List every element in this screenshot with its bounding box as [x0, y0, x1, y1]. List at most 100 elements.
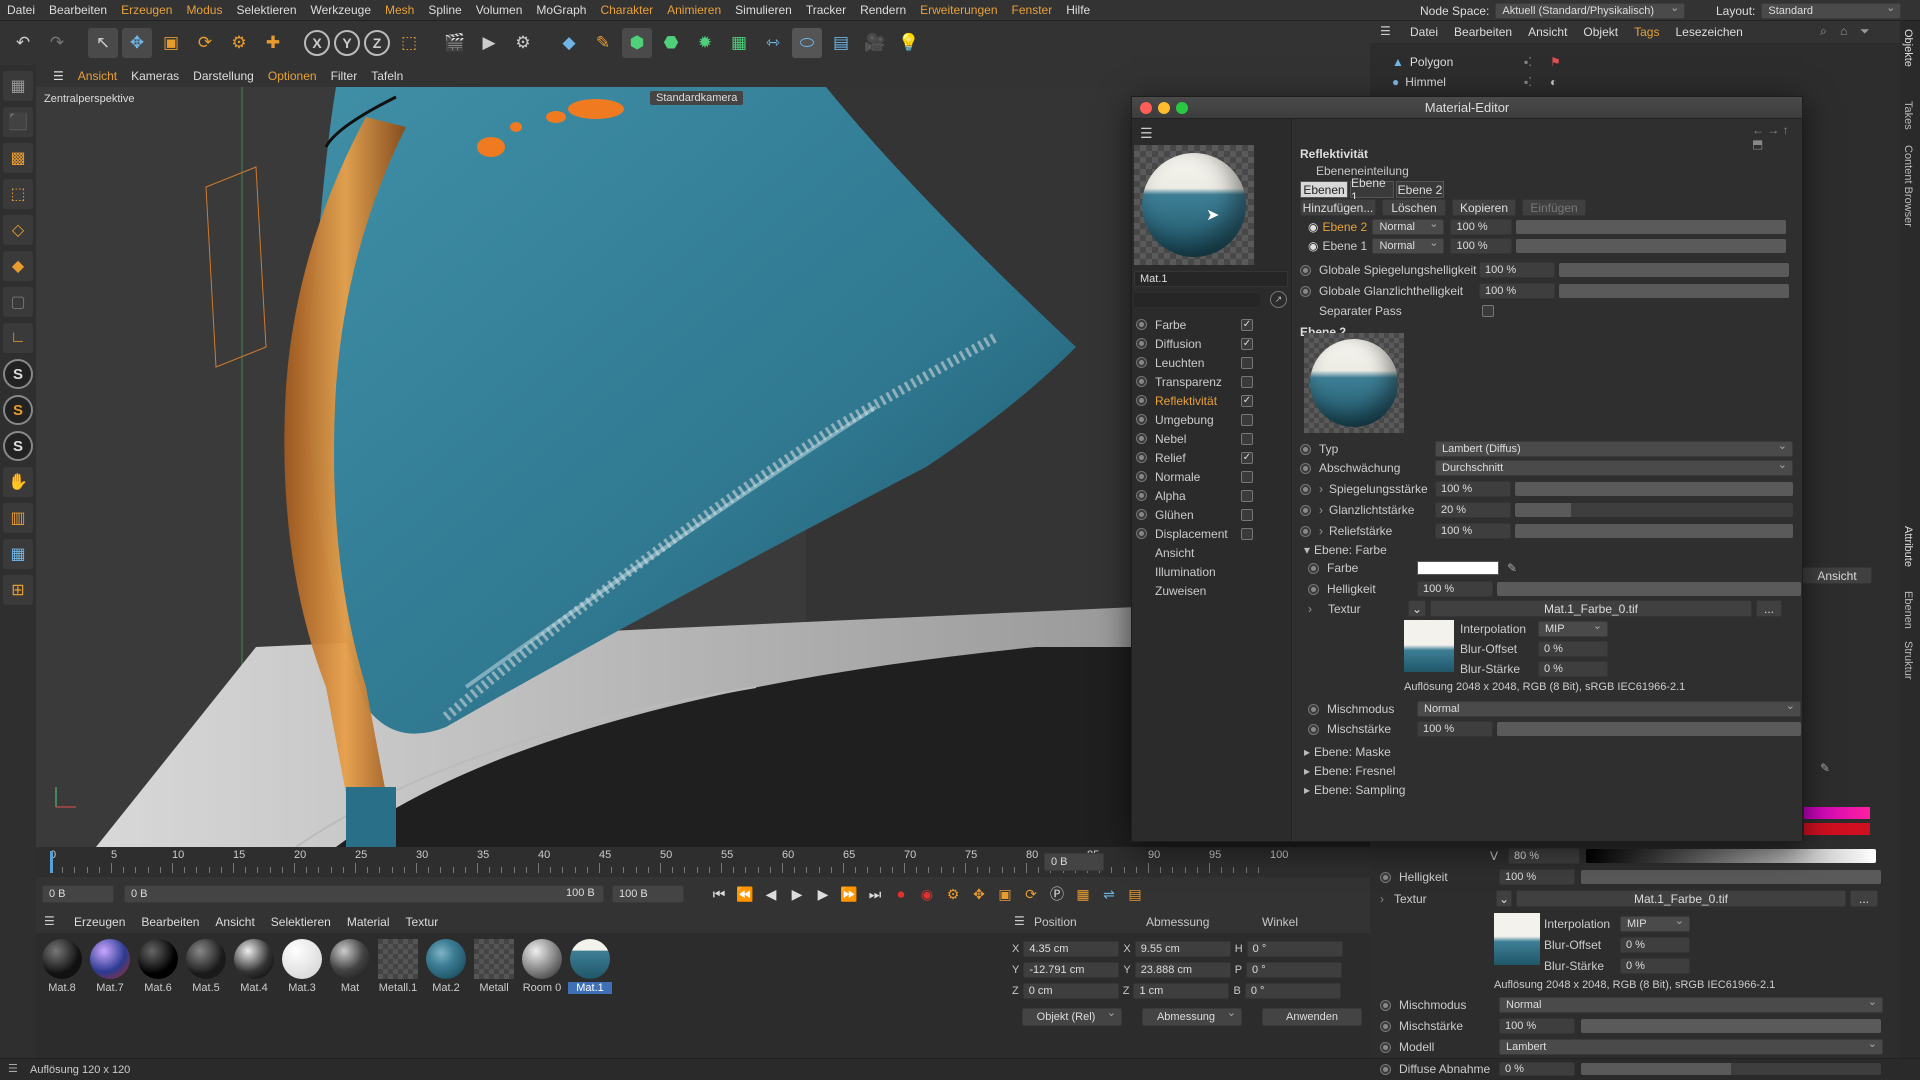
material-item[interactable]: Mat.4	[232, 939, 276, 994]
recent-tools-icon[interactable]: ⚙	[224, 28, 254, 58]
tag-icons[interactable]: ⚑	[1550, 55, 1561, 69]
channel-checkbox[interactable]	[1241, 413, 1253, 426]
expand-icon[interactable]: ›	[1308, 602, 1328, 616]
material-item[interactable]: Room 0	[520, 939, 564, 994]
mischstaerke-slider[interactable]	[1497, 722, 1801, 736]
node-space-dropdown[interactable]: Aktuell (Standard/Physikalisch)	[1495, 1, 1686, 19]
rotation-p-field[interactable]: 0 °	[1246, 962, 1343, 978]
size-z-field[interactable]: 1 cm	[1133, 983, 1230, 999]
helligkeit-slider[interactable]	[1497, 582, 1801, 596]
render-view-icon[interactable]: ▶	[474, 28, 504, 58]
sampling-section-header[interactable]: ▸ Ebene: Sampling	[1304, 783, 1405, 797]
channel-umgebung[interactable]: Umgebung	[1136, 410, 1286, 429]
size-mode-dropdown[interactable]: Abmessung	[1142, 1006, 1242, 1026]
object-row-polygon[interactable]: ▲ Polygon ▪⁚ ⚑	[1370, 52, 1900, 72]
textur-file-button[interactable]: Mat.1_Farbe_0.tif	[1430, 600, 1752, 617]
viewport-menu-ansicht[interactable]: Ansicht	[71, 69, 124, 83]
expand-icon[interactable]: ›	[1380, 892, 1394, 906]
camera-label[interactable]: Standardkamera	[650, 91, 744, 105]
material-item[interactable]: Mat.8	[40, 939, 84, 994]
anim-radio[interactable]	[1380, 871, 1391, 883]
menu-hilfe[interactable]: Hilfe	[1059, 3, 1097, 17]
locked-workplane-icon[interactable]: ⊞	[3, 575, 33, 605]
filter-icon[interactable]: ⏷	[1860, 24, 1870, 39]
layer-name[interactable]: Ebene 1	[1322, 239, 1372, 253]
interpolation-dropdown[interactable]: MIP	[1620, 914, 1690, 932]
delete-layer-button[interactable]: Löschen	[1382, 199, 1446, 216]
material-item-selected[interactable]: Mat.1	[568, 939, 612, 994]
menu-fenster[interactable]: Fenster	[1005, 3, 1060, 17]
prev-key-icon[interactable]: ⏪	[734, 883, 756, 905]
mat-menu-bearbeiten[interactable]: Bearbeiten	[133, 915, 207, 929]
edges-mode-icon[interactable]: ◇	[3, 215, 33, 245]
eyedropper-icon[interactable]: ✎	[1507, 561, 1517, 575]
attr-ansicht-button[interactable]: Ansicht	[1802, 567, 1872, 584]
viewport-menu-optionen[interactable]: Optionen	[261, 69, 324, 83]
texture-mode-icon[interactable]: ▩	[3, 143, 33, 173]
dope-sheet-icon[interactable]: ▤	[1124, 883, 1146, 905]
mischstaerke-field[interactable]: 100 %	[1499, 1018, 1575, 1034]
minimize-icon[interactable]	[1158, 102, 1170, 114]
play-icon[interactable]: ▶	[786, 883, 808, 905]
viewport-menu-filter[interactable]: Filter	[324, 69, 365, 83]
y-axis-lock-icon[interactable]: Y	[334, 30, 360, 56]
relief-field[interactable]: 100 %	[1435, 523, 1511, 539]
tweak-icon[interactable]: ✋	[3, 467, 33, 497]
channel-radio[interactable]	[1136, 376, 1147, 387]
close-icon[interactable]	[1140, 102, 1152, 114]
material-item[interactable]: Mat.5	[184, 939, 228, 994]
material-preview[interactable]	[1134, 145, 1254, 265]
zoom-icon[interactable]	[1176, 102, 1188, 114]
next-frame-icon[interactable]: ▶	[812, 883, 834, 905]
cube-icon[interactable]: ◆	[554, 28, 584, 58]
interpolation-dropdown[interactable]: MIP	[1538, 619, 1608, 637]
tab-ebene-2[interactable]: Ebene 2	[1396, 181, 1444, 198]
move-tool-icon[interactable]: ✥	[122, 28, 152, 58]
channel-radio[interactable]	[1136, 471, 1147, 482]
mat-menu-textur[interactable]: Textur	[398, 915, 447, 929]
eyedropper-icon[interactable]: ✎	[1820, 761, 1830, 775]
anim-radio[interactable]	[1308, 562, 1319, 574]
copy-layer-button[interactable]: Kopieren	[1452, 199, 1516, 216]
viewport-menu-tafeln[interactable]: Tafeln	[364, 69, 410, 83]
anim-radio[interactable]	[1300, 462, 1311, 474]
menu-erzeugen[interactable]: Erzeugen	[114, 3, 179, 17]
menu-spline[interactable]: Spline	[421, 3, 468, 17]
mat-menu-material[interactable]: Material	[339, 915, 398, 929]
anim-radio[interactable]	[1300, 264, 1311, 276]
end-frame-field[interactable]: 100 B	[612, 885, 684, 903]
status-menu-icon[interactable]: ☰	[8, 1062, 18, 1075]
menu-bearbeiten[interactable]: Bearbeiten	[42, 3, 114, 17]
menu-selektieren[interactable]: Selektieren	[229, 3, 303, 17]
go-to-start-icon[interactable]: ⏮	[708, 883, 730, 905]
undo-icon[interactable]: ↶	[8, 28, 38, 58]
visibility-dots-icon[interactable]: ▪⁚	[1524, 75, 1532, 89]
global-gloss-slider[interactable]	[1559, 284, 1789, 298]
add-icon[interactable]: ✚	[258, 28, 288, 58]
anim-radio[interactable]	[1300, 504, 1311, 516]
diffuse-slider[interactable]	[1581, 1063, 1881, 1075]
channel-checkbox[interactable]	[1241, 508, 1253, 521]
layer-opacity-field[interactable]: 100 %	[1450, 219, 1513, 235]
param-key-icon[interactable]: Ⓟ	[1046, 883, 1068, 905]
channel-radio[interactable]	[1136, 357, 1147, 368]
uv-mode-icon[interactable]: ▢	[3, 287, 33, 317]
channel-checkbox[interactable]	[1241, 432, 1253, 445]
coord-mode-dropdown[interactable]: Objekt (Rel)	[1022, 1006, 1122, 1026]
rotation-h-field[interactable]: 0 °	[1246, 941, 1343, 957]
expand-icon[interactable]: ›	[1319, 482, 1329, 496]
channel-radio[interactable]	[1136, 395, 1147, 406]
timeline-window-icon[interactable]: ⇌	[1098, 883, 1120, 905]
textur-file-button[interactable]: Mat.1_Farbe_0.tif	[1516, 890, 1846, 907]
material-item[interactable]: Mat.3	[280, 939, 324, 994]
rotation-b-field[interactable]: 0 °	[1244, 983, 1341, 999]
size-y-field[interactable]: 23.888 cm	[1134, 962, 1231, 978]
channel-checkbox[interactable]: ✓	[1241, 394, 1253, 407]
menu-simulieren[interactable]: Simulieren	[728, 3, 799, 17]
object-menu-icon[interactable]: ☰	[1380, 24, 1391, 38]
modell-dropdown[interactable]: Lambert	[1499, 1037, 1883, 1055]
next-key-icon[interactable]: ⏩	[838, 883, 860, 905]
render-settings-icon[interactable]: ⚙	[508, 28, 538, 58]
menu-erweiterungen[interactable]: Erweiterungen	[913, 3, 1004, 17]
workplane-icon[interactable]: ▥	[3, 503, 33, 533]
